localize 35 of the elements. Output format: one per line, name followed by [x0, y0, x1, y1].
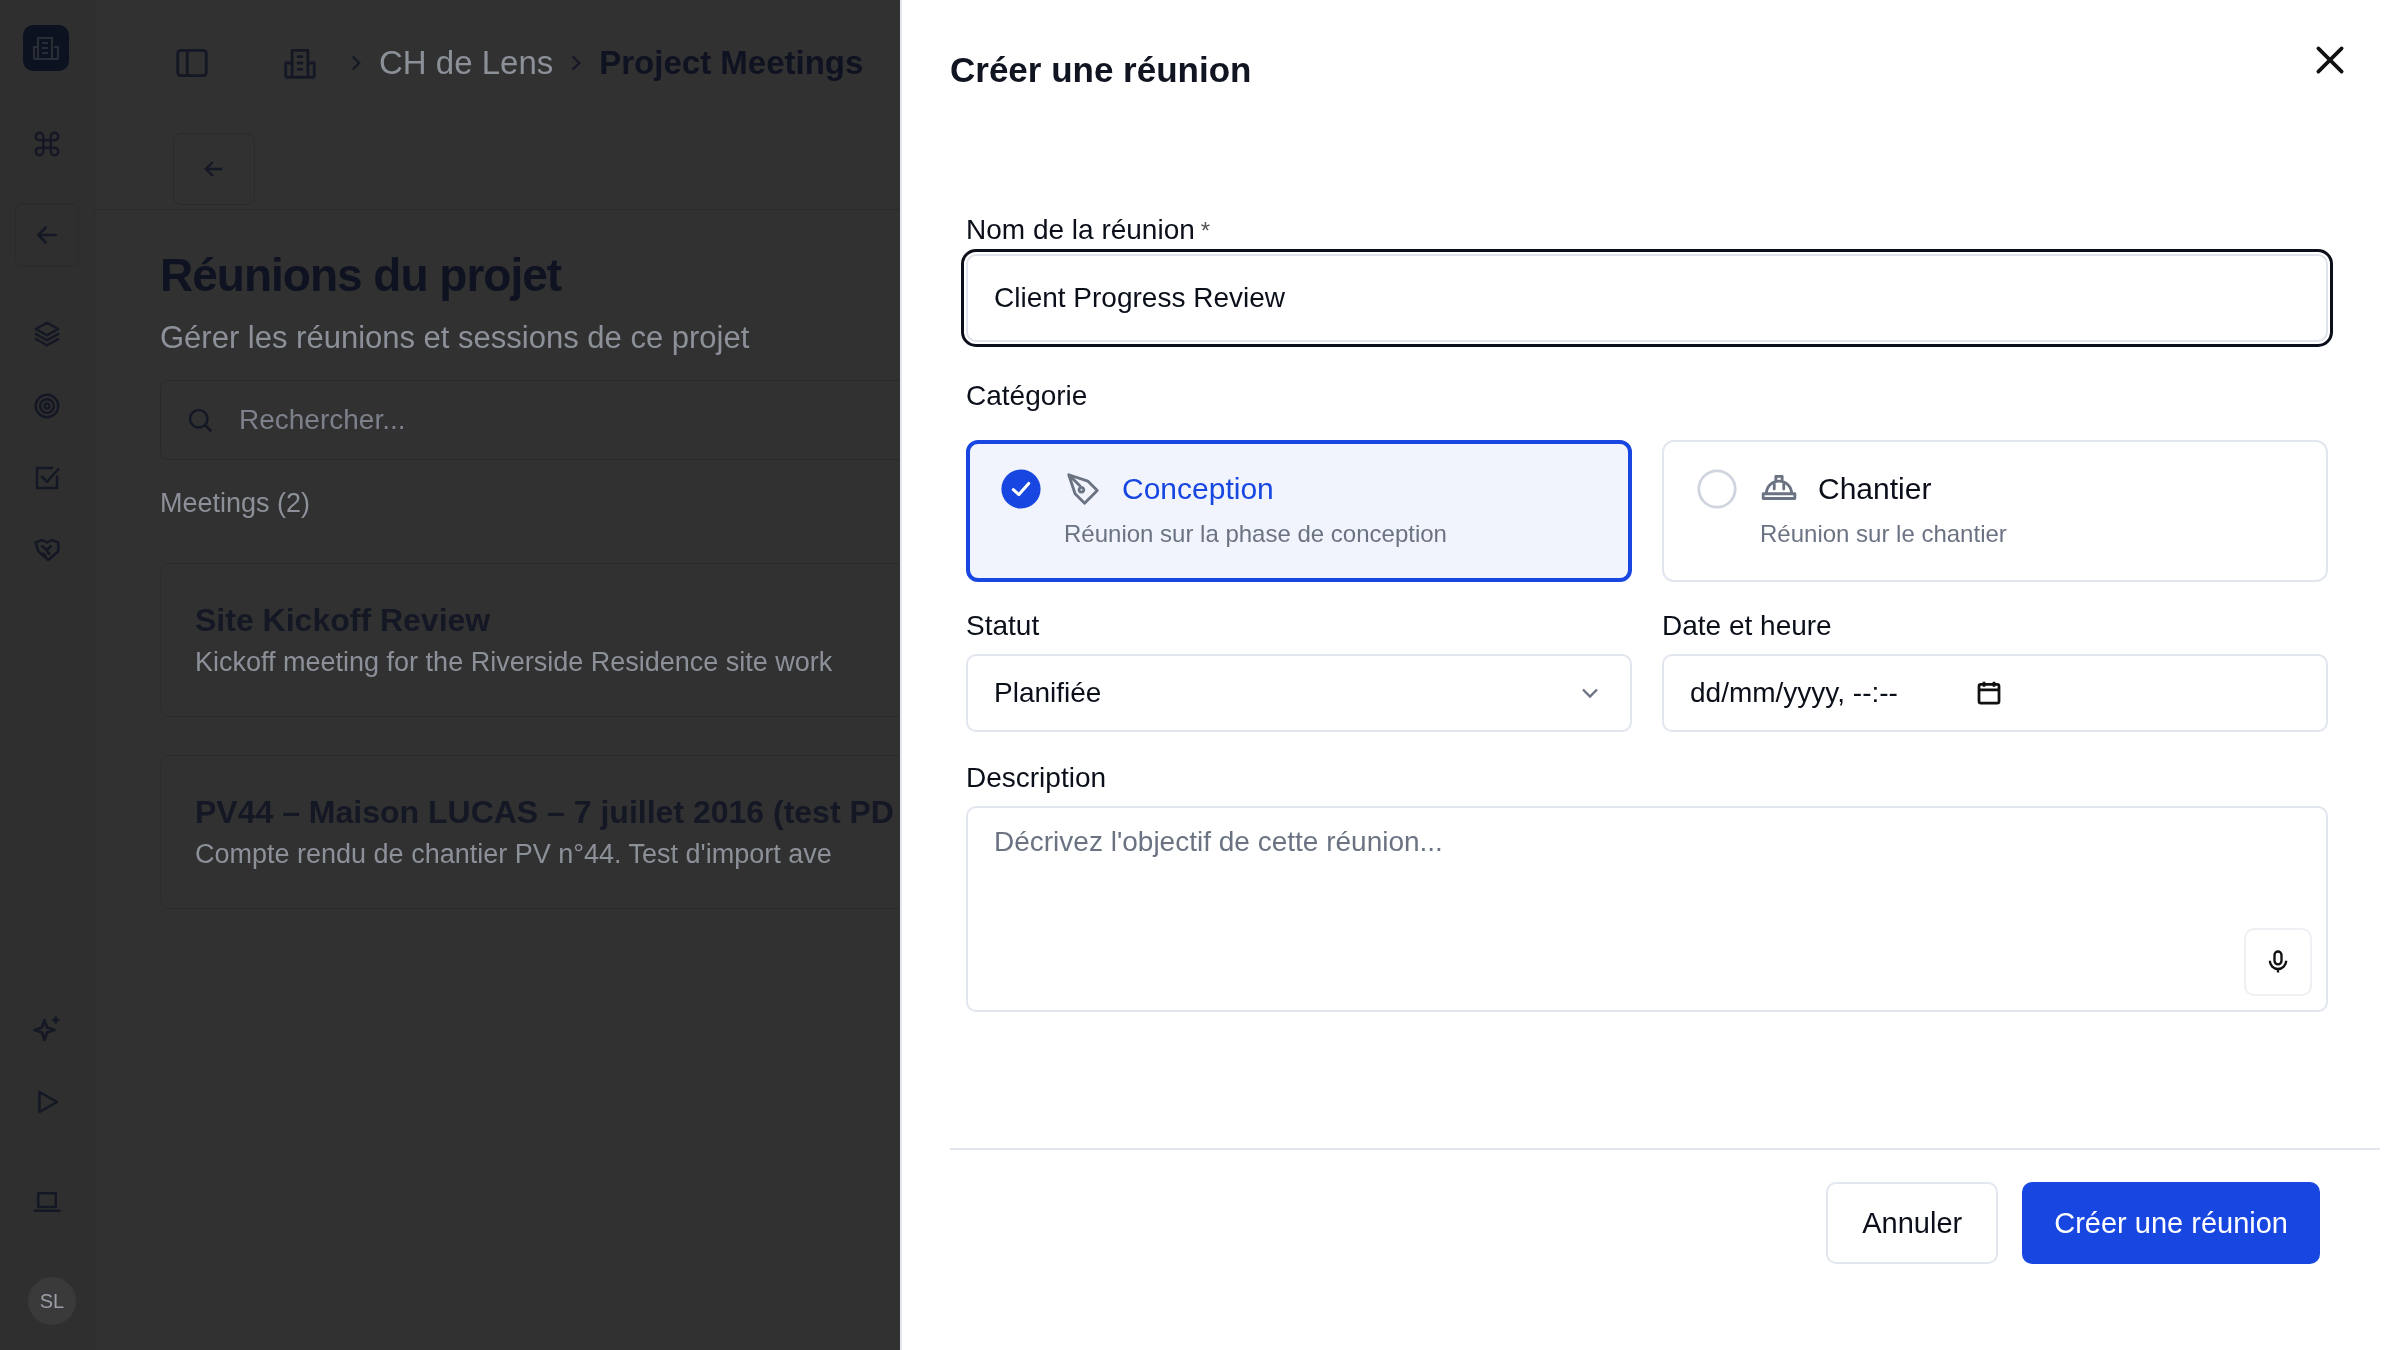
back-button[interactable]	[15, 203, 79, 267]
target-icon[interactable]	[32, 391, 62, 421]
meeting-description: Compte rendu de chantier PV n°44. Test d'import ave	[195, 839, 833, 870]
date-field[interactable]: dd/mm/yyyy, --:--	[1662, 654, 2328, 732]
meeting-description: Kickoff meeting for the Riverside Residence site work	[195, 647, 834, 678]
field-label: Date et heure	[1662, 610, 1833, 642]
field-label: Description	[966, 762, 1108, 794]
create-button[interactable]: Créer une réunion	[2022, 1182, 2320, 1264]
category-description: Réunion sur la phase de conception	[1064, 520, 1448, 548]
dialog-title: Créer une réunion	[950, 50, 1252, 90]
search-field[interactable]: Rechercher...	[160, 380, 900, 460]
category-option[interactable]: Chantier Réunion sur le chantier	[1662, 440, 2328, 582]
cancel-button[interactable]: Annuler	[1826, 1182, 1999, 1264]
field-label: Nom de la réunion	[966, 214, 1195, 246]
radio-icon	[1696, 468, 1738, 510]
category-option[interactable]: Conception Réunion sur la phase de conception	[966, 440, 1632, 582]
pen-nib-icon	[1064, 470, 1102, 508]
field-label: Statut	[966, 610, 1041, 642]
field-label: Catégorie	[966, 380, 1089, 412]
breadcrumb-link[interactable]: CH de Lens	[379, 43, 554, 82]
category-title: Chantier	[1818, 472, 1932, 506]
user-avatar[interactable]: SL	[28, 1277, 76, 1325]
page-subtitle: Gérer les réunions et sessions de ce projet	[160, 320, 751, 356]
back-button[interactable]	[173, 133, 255, 205]
required-mark: *	[1200, 217, 1211, 245]
meetings-count: Meetings (2)	[160, 488, 312, 519]
status-dropdown[interactable]: Planifiée	[966, 654, 1632, 732]
description-field[interactable]: Décrivez l'objectif de cette réunion...	[966, 806, 2328, 1012]
microphone-button[interactable]	[2244, 928, 2312, 996]
category-description: Réunion sur le chantier	[1760, 520, 2008, 548]
category-title: Conception	[1122, 472, 1274, 506]
command-icon[interactable]	[32, 129, 62, 159]
building-logo-icon[interactable]	[23, 25, 69, 71]
checked-radio-icon	[1000, 468, 1042, 510]
layers-icon[interactable]	[32, 319, 62, 349]
